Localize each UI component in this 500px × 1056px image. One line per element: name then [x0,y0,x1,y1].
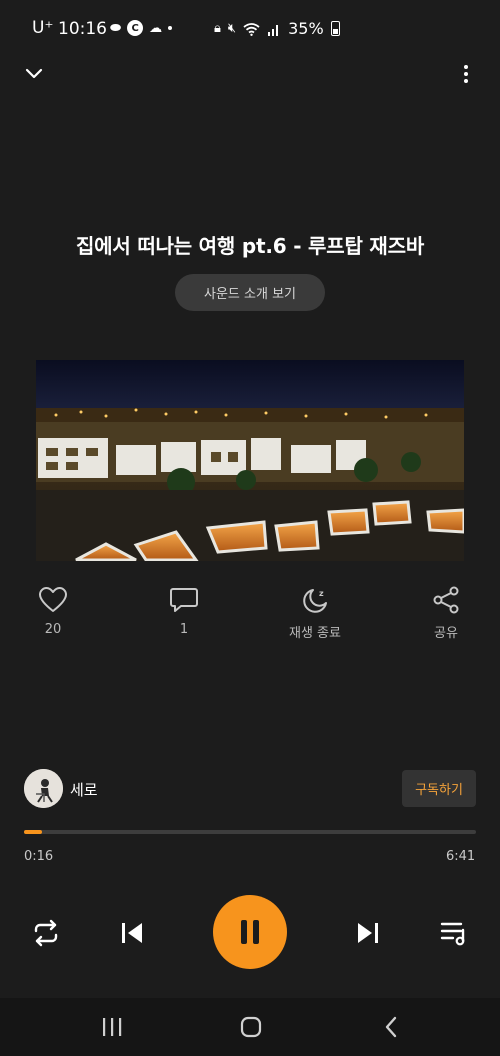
cloud-icon: ☁ [149,20,163,36]
system-icons: 🔒︎ 🔇︎ 35% [214,19,340,38]
mute-icon: 🔇︎ [227,21,237,36]
comment-button[interactable]: 1 [139,586,229,637]
signal-icon [268,24,279,36]
like-count: 20 [44,622,62,637]
repeat-button[interactable] [28,915,64,951]
wifi-icon [243,22,260,36]
chevron-down-icon [25,68,43,79]
more-vertical-icon [464,65,468,83]
home-button[interactable] [231,1012,271,1042]
carrier-label: U⁺ [32,18,54,38]
heart-icon [39,587,67,612]
skip-previous-icon [122,923,142,943]
album-artwork [36,360,464,561]
action-row: 20 1 z 재생 종료 공유 [0,586,500,646]
back-icon [385,1016,397,1038]
sound-intro-button[interactable]: 사운드 소개 보기 [175,274,325,311]
comment-count: 1 [179,622,189,637]
like-button[interactable]: 20 [8,586,98,637]
comment-icon [170,588,198,612]
creator-name[interactable]: 세로 [70,779,98,800]
battery-percent: 35% [288,19,324,38]
pill-icon: ⬬ [110,20,122,36]
playlist-button[interactable] [436,915,472,951]
progress-bar[interactable] [24,830,476,834]
sleep-timer-icon: z [303,589,327,613]
pause-button[interactable] [213,895,287,969]
share-icon [433,586,459,614]
back-button[interactable] [371,1012,411,1042]
svg-text:z: z [319,589,324,598]
status-time: 10:16 [58,19,107,39]
skip-next-icon [358,923,378,943]
previous-button[interactable] [114,915,150,951]
notification-icons: ⬬ C ☁ [110,20,173,36]
home-icon [240,1016,262,1038]
status-bar: U⁺ 10:16 ⬬ C ☁ 🔒︎ 🔇︎ 35% [0,0,500,58]
next-button[interactable] [350,915,386,951]
recent-apps-icon [103,1018,122,1036]
sleep-timer-button[interactable]: z 재생 종료 [270,586,360,641]
battery-icon [330,21,340,36]
total-time: 6:41 [446,849,476,864]
sleep-timer-label: 재생 종료 [289,626,341,641]
system-nav-bar [0,998,500,1056]
track-title: 집에서 떠나는 여행 pt.6 - 루프탑 재즈바 [75,234,425,258]
coupang-icon: C [127,20,144,36]
collapse-button[interactable] [22,62,46,86]
recent-apps-button[interactable] [92,1012,132,1042]
lock-icon: 🔒︎ [214,21,221,36]
creator-avatar[interactable] [24,769,63,808]
current-time: 0:16 [24,849,54,864]
pause-icon [241,920,259,944]
playlist-icon [440,922,465,946]
share-button[interactable]: 공유 [401,586,491,641]
repeat-icon [34,919,58,947]
avatar-image [24,769,63,808]
share-label: 공유 [434,626,458,641]
more-options-button[interactable] [454,62,478,86]
subscribe-button[interactable]: 구독하기 [402,770,476,807]
progress-fill [24,830,43,834]
artwork-image [36,360,464,561]
more-notifications-icon [168,26,173,30]
